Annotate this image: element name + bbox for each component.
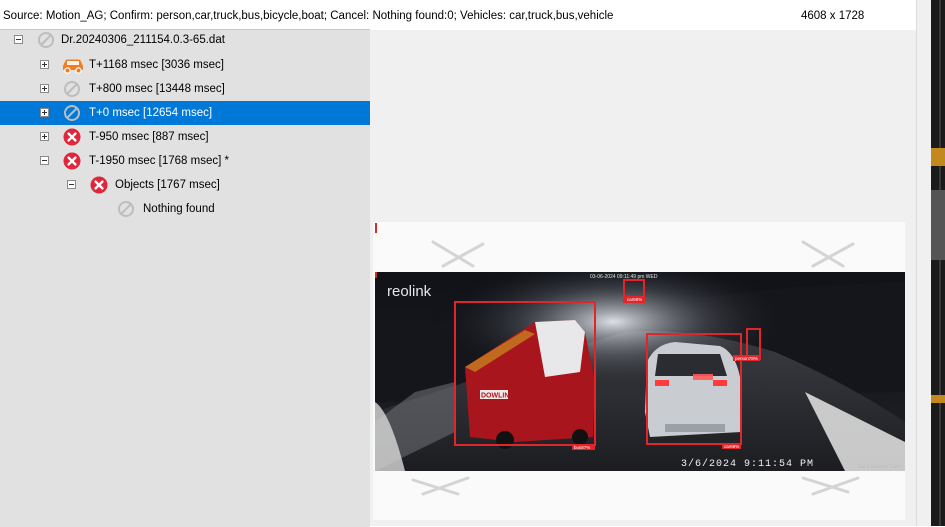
detection-label-car-far: car68% bbox=[627, 297, 642, 302]
collapse-icon[interactable] bbox=[40, 156, 49, 165]
tree-node-label: T-950 msec [887 msec] bbox=[89, 131, 209, 143]
expand-icon[interactable] bbox=[40, 132, 49, 141]
tree-node-label: T+1168 msec [3036 msec] bbox=[89, 59, 224, 71]
tree-node-label: T+800 msec [13448 msec] bbox=[89, 83, 225, 95]
camera-watermark: Sat Coverage Cam bbox=[858, 464, 901, 470]
tree-node-t-plus-800[interactable]: T+800 msec [13448 msec] bbox=[0, 77, 370, 101]
detection-tree[interactable]: Dr.20240306_211154.0.3-65.dat T+1168 mse… bbox=[0, 29, 370, 527]
car-icon bbox=[61, 56, 85, 74]
expand-icon[interactable] bbox=[40, 84, 49, 93]
frame-marker bbox=[375, 223, 377, 233]
tree-node-objects[interactable]: Objects [1767 msec] bbox=[0, 173, 370, 197]
no-detection-icon bbox=[37, 31, 55, 49]
tree-node-label: T-1950 msec [1768 msec] * bbox=[89, 155, 229, 167]
tree-node-label: Nothing found bbox=[143, 203, 215, 215]
vertical-scrollbar[interactable] bbox=[916, 0, 932, 526]
tree-root-label: Dr.20240306_211154.0.3-65.dat bbox=[61, 34, 225, 46]
van-brand-text: DOWLING bbox=[481, 393, 515, 400]
tree-node-label: Objects [1767 msec] bbox=[115, 179, 220, 191]
collapse-icon[interactable] bbox=[14, 35, 23, 44]
cancel-icon bbox=[63, 152, 81, 170]
cancel-icon bbox=[63, 128, 81, 146]
no-detection-icon bbox=[63, 104, 81, 122]
collapse-icon[interactable] bbox=[67, 180, 76, 189]
camera-bottom-timestamp: 3/6/2024 9:11:54 PM bbox=[681, 458, 814, 470]
no-detection-icon bbox=[117, 200, 135, 218]
detection-label-person: person78% bbox=[735, 356, 758, 361]
expand-icon[interactable] bbox=[40, 60, 49, 69]
no-detection-icon bbox=[63, 80, 81, 98]
tree-node-t-minus-950[interactable]: T-950 msec [887 msec] bbox=[0, 125, 370, 149]
source-config-text: Source: Motion_AG; Confirm: person,car,t… bbox=[3, 10, 614, 22]
tree-node-nothing-found[interactable]: Nothing found bbox=[0, 197, 370, 221]
cancel-icon bbox=[90, 176, 108, 194]
status-header: Source: Motion_AG; Confirm: person,car,t… bbox=[0, 0, 916, 30]
detection-label-bus: bus87% bbox=[574, 445, 590, 450]
tree-node-label: T+0 msec [12654 msec] bbox=[89, 107, 213, 119]
background-window-edge bbox=[931, 0, 945, 526]
frame-marker bbox=[375, 272, 377, 278]
tree-root-node[interactable]: Dr.20240306_211154.0.3-65.dat bbox=[0, 28, 370, 52]
tree-node-t-plus-1168[interactable]: T+1168 msec [3036 msec] bbox=[0, 53, 370, 77]
tree-node-t-0-selected[interactable]: T+0 msec [12654 msec] bbox=[0, 101, 370, 125]
reolink-logo: reolink bbox=[387, 283, 432, 300]
expand-icon[interactable] bbox=[40, 108, 49, 117]
camera-frame: DOWLING bus87% car69% car68% person78% r… bbox=[375, 272, 905, 471]
image-resolution: 4608 x 1728 bbox=[801, 10, 865, 22]
tree-node-t-minus-1950[interactable]: T-1950 msec [1768 msec] * bbox=[0, 149, 370, 173]
camera-top-timestamp: 03-06-2024 09:11:49 pm WED bbox=[590, 274, 658, 280]
detection-label-car-suv: car69% bbox=[724, 444, 739, 449]
